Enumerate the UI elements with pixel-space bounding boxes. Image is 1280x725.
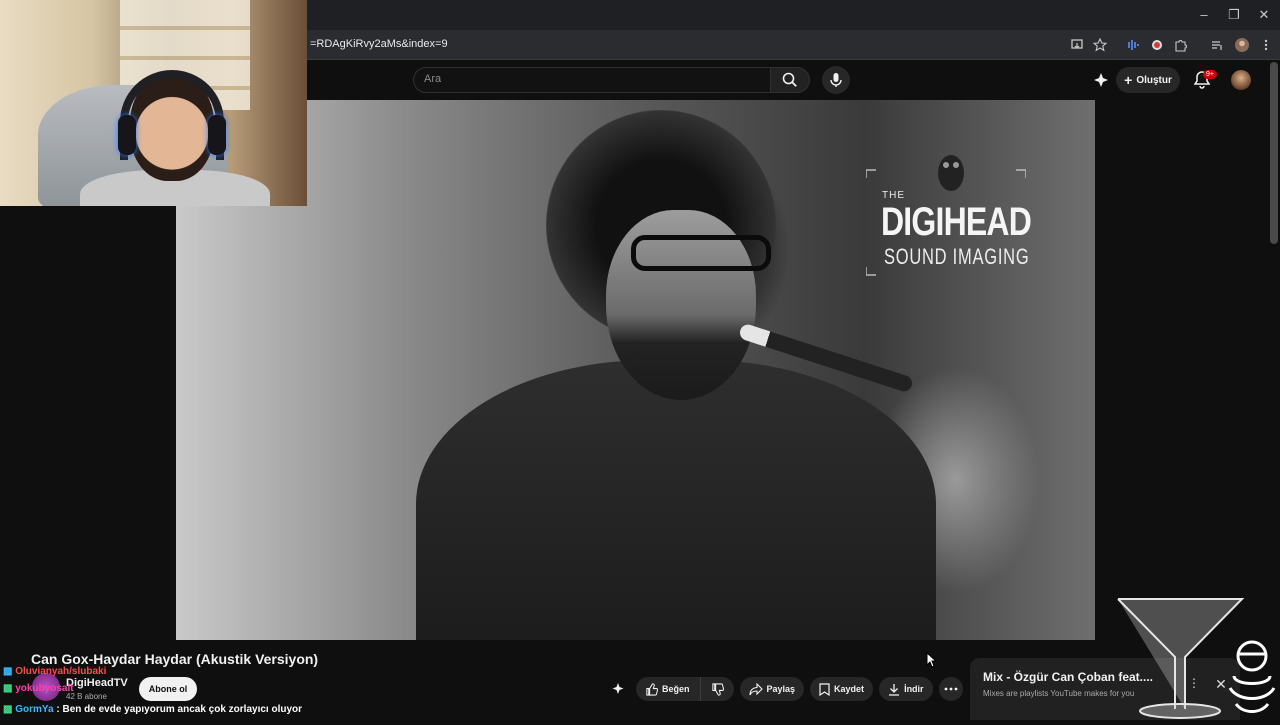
page-scrollbar[interactable] [1270, 62, 1278, 244]
extension-red-icon[interactable] [1148, 36, 1166, 54]
video-player[interactable]: THE DIGIHEAD SOUND IMAGING [176, 100, 1095, 640]
logo-sub-text: SOUND IMAGING [884, 244, 1030, 269]
sparkle-icon [612, 683, 624, 694]
create-button[interactable]: + Oluştur [1116, 67, 1180, 93]
download-icon [889, 683, 900, 696]
profile-avatar-icon[interactable] [1233, 36, 1251, 54]
bookmark-star-icon[interactable] [1091, 36, 1109, 54]
chat-badge-icon: ▩ [3, 704, 13, 715]
search-box[interactable] [413, 67, 771, 93]
search-input[interactable] [424, 73, 754, 85]
chat-message: ▩ Oluvianyah/slubaki [3, 666, 106, 677]
create-label: Oluştur [1136, 74, 1172, 86]
chat-badge-icon: ▩ [3, 666, 13, 677]
video-title: Can Gox-Haydar Haydar (Akustik Versiyon) [31, 651, 319, 667]
headset-right-ear [208, 115, 226, 155]
account-avatar[interactable] [1231, 70, 1251, 90]
ask-ai-button[interactable] [606, 677, 630, 701]
plus-icon: + [1124, 72, 1133, 88]
thumbs-down-icon [711, 682, 724, 696]
extensions-puzzle-icon[interactable] [1172, 36, 1190, 54]
share-icon [748, 682, 763, 695]
download-button[interactable]: İndir [879, 677, 933, 701]
more-horizontal-icon [944, 687, 957, 691]
like-label: Beğen [662, 684, 690, 694]
media-controls-icon[interactable] [1208, 36, 1226, 54]
search-icon [782, 72, 797, 87]
share-label: Paylaş [766, 684, 796, 694]
dislike-button[interactable] [699, 677, 734, 701]
download-label: İndir [904, 684, 924, 694]
extension-audio-icon[interactable] [1124, 36, 1142, 54]
channel-name[interactable]: DigiHeadTV [66, 677, 128, 689]
install-app-icon[interactable] [1068, 36, 1086, 54]
thumbs-up-icon [646, 682, 658, 696]
chat-badge-icon: ▩ [3, 683, 13, 694]
share-button[interactable]: Paylaş [739, 677, 805, 701]
notification-badge: 9+ [1203, 70, 1217, 79]
microphone-icon [830, 73, 842, 87]
save-label: Kaydet [834, 684, 865, 694]
mouse-cursor-icon [926, 651, 938, 668]
like-button[interactable]: Beğen [636, 677, 700, 701]
video-figure-glasses [631, 235, 771, 271]
video-figure-body [416, 360, 936, 640]
chat-text: : Ben de evde yapıyorum ancak çok zorlay… [53, 704, 303, 715]
restore-icon[interactable]: ❐ [1224, 6, 1244, 24]
video-actions: Beğen Paylaş Kaydet İndir [606, 677, 963, 701]
minimize-icon[interactable]: – [1194, 6, 1214, 24]
save-button[interactable]: Kaydet [810, 677, 874, 701]
chat-username: yokubyosalt [15, 683, 74, 694]
webcam-overlay [0, 0, 307, 206]
chat-username: Oluvianyah/slubaki [15, 666, 107, 677]
search-button[interactable] [770, 67, 810, 93]
more-actions-button[interactable] [938, 677, 963, 701]
voice-search-button[interactable] [822, 66, 850, 94]
logo-main-text: DIGIHEAD [881, 200, 1032, 244]
chat-message: ▩ yokubyosalt [3, 683, 74, 694]
chat-username: GormYa [15, 704, 54, 715]
mix-subtitle: Mixes are playlists YouTube makes for yo… [983, 689, 1135, 698]
youtube-sparkle-icon[interactable] [1092, 71, 1110, 89]
close-window-icon[interactable]: ✕ [1254, 6, 1274, 24]
subscribe-button[interactable]: Abone ol [139, 677, 197, 701]
mascot-icon [1224, 638, 1280, 720]
url-text[interactable]: =RDAgKiRvy2aMs&index=9 [310, 38, 448, 50]
bookmark-icon [819, 682, 830, 696]
chat-message: ▩ GormYa : Ben de evde yapıyorum ancak ç… [3, 704, 302, 715]
browser-menu-icon[interactable] [1257, 36, 1275, 54]
headset-left-ear [118, 115, 136, 155]
